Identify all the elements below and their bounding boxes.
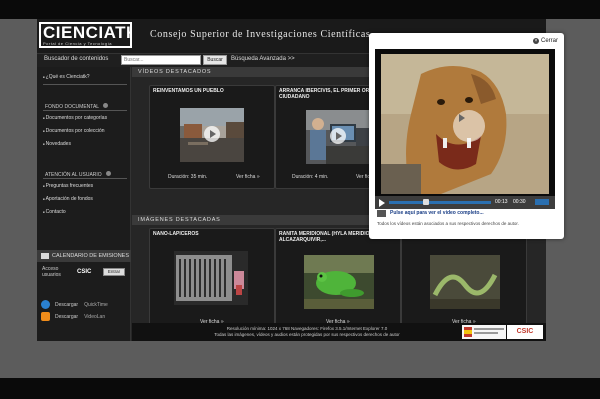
footer: Resolución mínima: 1024 x 768 Navegadore… [132,323,546,341]
video-frame[interactable] [381,54,549,194]
divider [43,84,127,85]
quicktime-icon [41,300,50,309]
total-time: 00:30 [513,199,526,205]
close-icon: × [532,38,539,44]
seek-handle[interactable] [423,199,429,205]
video-player[interactable]: 00:13 00:30 [375,49,555,209]
player-controls: 00:13 00:30 [375,196,555,209]
search-button[interactable]: Buscar [203,55,227,65]
vlc-icon [41,312,50,321]
sidebar-item-novedades[interactable]: Novedades [43,141,71,147]
image-thumbnail[interactable] [304,255,374,309]
login-button[interactable]: Entrar [103,268,125,276]
divider [43,110,127,111]
card-title: REINVENTAMOS UN PUEBLO [153,88,224,94]
view-details-link[interactable]: Ver ficha » [236,174,260,180]
image-card[interactable]: Ver ficha » [401,228,527,335]
page-title: Consejo Superior de Investigaciones Cien… [150,29,371,40]
site-logo[interactable]: CIENCIATK Portal de Ciencia y Tecnología [39,22,132,48]
play-icon[interactable] [204,126,220,142]
calendar-icon [41,252,49,259]
download-quicktime[interactable]: Descargar QuickTime [41,300,108,309]
footer-line-2: Todas las imágenes, vídeos y audios está… [214,331,400,337]
play-button-icon[interactable] [379,199,385,207]
calendar-link[interactable]: CALENDARIO DE EMISIONES [37,250,131,262]
volume-slider[interactable] [535,199,549,205]
letterbox-bottom [0,378,600,399]
image-card[interactable]: NANO-LAPICEROS Ver ficha » [149,228,275,335]
download-vlc[interactable]: Descargar VideoLan [41,312,105,321]
video-duration: Duración: 35 min. [168,174,208,180]
video-modal: × Cerrar 00:13 00:30 Pulse aquí para ver… [369,33,564,239]
logo-text: CIENCIATK [43,23,132,42]
info-icon [103,103,109,108]
sidebar-item-aportacion[interactable]: Aportación de fondos [43,196,93,202]
footer-text: Resolución mínima: 1024 x 768 Navegadore… [162,326,452,337]
video-duration: Duración: 4 min. [292,174,329,180]
video-thumbnail[interactable] [306,110,370,164]
full-video-link[interactable]: Pulse aquí para ver el vídeo completo... [390,210,484,216]
image-card[interactable]: RANITA MERIDIONAL (HYLA MERIDIONALIS) EN… [275,228,401,335]
sidebar-item-faq[interactable]: Preguntas frecuentes [43,183,94,189]
close-button[interactable]: × Cerrar [532,38,558,44]
video-thumbnail[interactable] [180,108,244,162]
csic-label: CSIC [77,269,92,275]
play-icon[interactable] [330,128,346,144]
sidebar-item-categorias[interactable]: Documentos por categorías [43,115,107,121]
login-box: Acceso usuarios CSIC Entrar [37,266,131,282]
play-icon[interactable] [453,110,485,142]
sidebar-item-about[interactable]: ¿Qué es Cienciatk? [43,74,90,80]
image-thumbnail[interactable] [174,251,248,305]
info-icon [105,171,111,176]
csic-logo[interactable]: CSIC [507,325,543,339]
current-time: 00:13 [495,199,508,205]
spain-government-logo[interactable] [462,325,506,339]
sidebar: ¿Qué es Cienciatk? FONDO DOCUMENTAL Docu… [37,67,131,341]
rights-notice: Todos los vídeos están asociados a sus r… [377,221,519,226]
divider [43,178,127,179]
search-label: Buscador de contenidos [44,56,109,62]
search-input[interactable] [121,55,201,65]
advanced-search-link[interactable]: Búsqueda Avanzada >> [231,56,295,62]
image-thumbnail[interactable] [430,255,500,309]
card-title: NANO-LAPICEROS [153,231,199,237]
seek-bar[interactable] [389,201,491,204]
sidebar-item-coleccion[interactable]: Documentos por colección [43,128,105,134]
sidebar-item-contacto[interactable]: Contacto [43,209,66,215]
section-heading-atencion: ATENCIÓN AL USUARIO [45,171,111,178]
section-heading-fondo: FONDO DOCUMENTAL [45,103,109,110]
letterbox-top [0,0,600,19]
access-label: Acceso usuarios [42,266,61,278]
logo-subtitle: Portal de Ciencia y Tecnología [43,41,112,46]
video-icon [377,210,386,217]
video-card[interactable]: REINVENTAMOS UN PUEBLO Duración: 35 min.… [149,85,275,189]
